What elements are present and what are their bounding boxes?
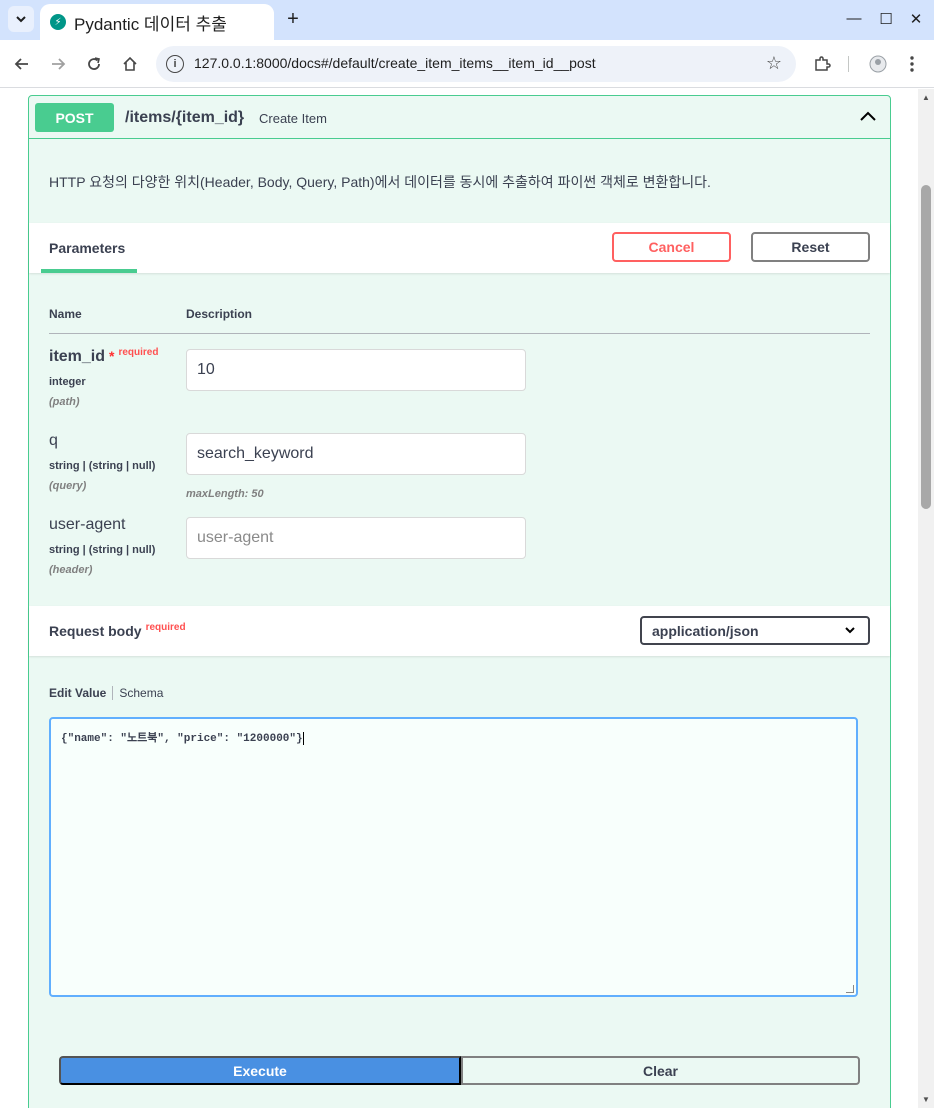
tab-schema[interactable]: Schema — [119, 686, 163, 700]
chevron-up-icon[interactable] — [858, 106, 878, 126]
table-header-divider — [49, 333, 870, 334]
page-scrollbar[interactable]: ▲ ▼ — [918, 89, 934, 1108]
new-tab-button[interactable]: + — [282, 8, 304, 30]
body-tabs: Edit Value Schema — [49, 686, 163, 700]
operation-summary-text: Create Item — [259, 111, 327, 126]
user-agent-input[interactable]: user-agent — [186, 517, 526, 559]
resize-handle[interactable] — [846, 985, 854, 993]
parameters-tab[interactable]: Parameters — [49, 240, 125, 256]
param-location: (path) — [49, 396, 80, 408]
profile-button[interactable] — [866, 52, 890, 76]
request-body-text: {"name": "노트북", "price": "1200000"} — [61, 733, 303, 745]
home-icon — [123, 56, 137, 71]
required-label: required — [145, 622, 186, 633]
scroll-up-arrow-icon[interactable]: ▲ — [922, 93, 930, 102]
back-button[interactable] — [10, 52, 34, 76]
bookmark-star-icon[interactable]: ☆ — [766, 53, 782, 74]
param-location: (query) — [49, 480, 87, 492]
home-button[interactable] — [118, 52, 142, 76]
browser-menu-button[interactable] — [900, 52, 924, 76]
arrow-left-icon — [14, 58, 28, 70]
request-body-editor[interactable]: {"name": "노트북", "price": "1200000"} — [49, 717, 858, 997]
browser-toolbar: i 127.0.0.1:8000/docs#/default/create_it… — [0, 40, 934, 88]
param-name-item-id: item_id * required — [49, 347, 159, 365]
operation-description: HTTP 요청의 다양한 위치(Header, Body, Query, Pat… — [49, 174, 711, 190]
request-body-title: Request body required — [49, 622, 186, 639]
required-star: * — [109, 348, 115, 364]
toolbar-divider — [848, 56, 849, 72]
more-vertical-icon — [910, 56, 914, 72]
item-id-input[interactable]: 10 — [186, 349, 526, 391]
extensions-button[interactable] — [810, 52, 834, 76]
tab-edit-value[interactable]: Edit Value — [49, 686, 106, 700]
param-location: (header) — [49, 564, 93, 576]
chevron-down-icon — [16, 16, 26, 23]
content-type-select[interactable]: application/json — [640, 616, 870, 645]
param-type: string | (string | null) — [49, 460, 156, 472]
operation-block-post: POST /items/{item_id} Create Item HTTP 요… — [28, 95, 891, 1108]
param-name-user-agent: user-agent — [49, 516, 126, 533]
url-text[interactable]: 127.0.0.1:8000/docs#/default/create_item… — [194, 55, 596, 71]
clear-button[interactable]: Clear — [461, 1056, 860, 1085]
tab-fade — [234, 4, 274, 40]
text-cursor — [302, 731, 304, 745]
minimize-button[interactable]: — — [844, 10, 864, 27]
param-name-q: q — [49, 432, 58, 449]
swagger-page: POST /items/{item_id} Create Item HTTP 요… — [0, 89, 918, 1108]
scrollbar-thumb[interactable] — [921, 185, 931, 509]
cancel-button[interactable]: Cancel — [612, 232, 731, 262]
param-type: string | (string | null) — [49, 544, 156, 556]
request-body-header: Request body required application/json — [29, 606, 890, 656]
scroll-down-arrow-icon[interactable]: ▼ — [922, 1095, 930, 1104]
arrow-right-icon — [52, 58, 66, 70]
forward-button[interactable] — [46, 52, 70, 76]
tab-search-button[interactable] — [8, 6, 34, 32]
tab-title: Pydantic 데이터 추출 — [74, 14, 227, 34]
puzzle-icon — [815, 56, 831, 71]
reload-icon — [88, 57, 100, 70]
q-input[interactable]: search_keyword — [186, 433, 526, 475]
profile-avatar-icon — [869, 55, 887, 73]
param-constraint: maxLength: 50 — [186, 488, 264, 500]
fastapi-favicon-icon: ⚡ — [50, 14, 66, 30]
browser-tab-bar: ⚡ Pydantic 데이터 추출 + — ☐ ✕ — [0, 0, 934, 40]
reset-button[interactable]: Reset — [751, 232, 870, 262]
tab-separator — [112, 686, 114, 700]
parameters-tab-underline — [41, 269, 137, 273]
close-window-button[interactable]: ✕ — [906, 10, 926, 28]
method-badge: POST — [35, 103, 114, 132]
param-type: integer — [49, 376, 86, 388]
operation-summary[interactable]: POST /items/{item_id} Create Item — [29, 96, 890, 139]
chevron-down-icon — [845, 627, 855, 634]
operation-path: /items/{item_id} — [125, 109, 245, 126]
browser-tab[interactable]: ⚡ Pydantic 데이터 추출 — [40, 4, 274, 40]
parameters-header: Parameters Cancel Reset — [29, 223, 890, 273]
column-header-description: Description — [186, 307, 253, 321]
maximize-button[interactable]: ☐ — [876, 10, 896, 28]
reload-button[interactable] — [82, 52, 106, 76]
column-header-name: Name — [49, 307, 82, 321]
required-label: required — [118, 347, 159, 358]
site-info-icon[interactable]: i — [166, 55, 184, 73]
execute-button[interactable]: Execute — [59, 1056, 461, 1085]
address-bar[interactable]: i 127.0.0.1:8000/docs#/default/create_it… — [156, 46, 796, 82]
